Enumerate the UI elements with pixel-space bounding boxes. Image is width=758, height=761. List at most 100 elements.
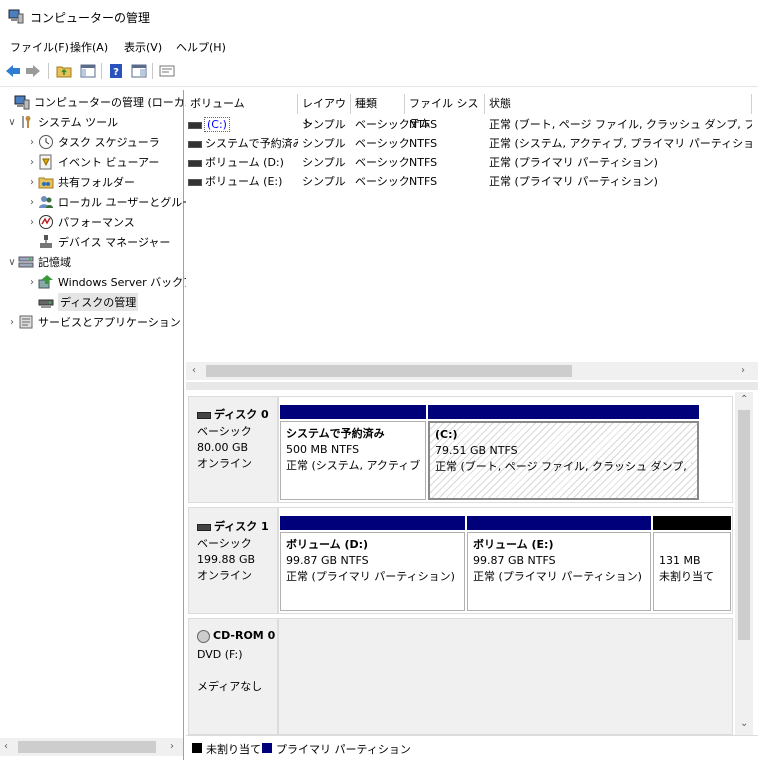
disk-map-vertical-scrollbar[interactable]: ⌃ ⌄ [735, 392, 753, 735]
cdrom-0-label[interactable]: CD-ROM 0 DVD (F:) メディアなし [188, 618, 278, 735]
tree-label: サービスとアプリケーション [38, 316, 181, 329]
scroll-thumb[interactable] [18, 741, 156, 753]
title-bar: コンピューターの管理 [0, 0, 758, 34]
scroll-thumb[interactable] [206, 365, 572, 377]
volume-row[interactable]: ボリューム (E:) シンプル ベーシック NTFS 正常 (プライマリ パーテ… [186, 172, 752, 191]
tree-label: タスク スケジューラ [58, 136, 160, 149]
volume-type: ベーシック [355, 156, 410, 169]
tree-item-windows-server-backup[interactable]: › Windows Server バックア [26, 272, 194, 292]
partition-d[interactable]: ボリューム (D:) 99.87 GB NTFS 正常 (プライマリ パーティシ… [280, 516, 465, 611]
chevron-right-icon[interactable]: › [26, 277, 38, 288]
volume-icon [188, 159, 202, 167]
scroll-left-icon[interactable]: ‹ [192, 365, 196, 376]
menu-view[interactable]: 表示(V) [124, 39, 162, 55]
scroll-left-icon[interactable]: ‹ [4, 741, 8, 752]
column-header-volume[interactable]: ボリューム [186, 94, 298, 114]
up-folder-icon[interactable] [55, 62, 73, 80]
tree-horizontal-scrollbar[interactable]: ‹ › [0, 738, 183, 756]
menu-file[interactable]: ファイル(F) [10, 39, 69, 55]
scroll-right-icon[interactable]: › [170, 741, 174, 752]
column-header-status[interactable]: 状態 [485, 94, 752, 114]
tree-item-services-apps[interactable]: › サービスとアプリケーション [6, 312, 181, 332]
forward-icon[interactable] [24, 62, 42, 80]
disk-kind: ベーシック [197, 537, 252, 550]
scroll-up-icon[interactable]: ⌃ [740, 394, 748, 405]
partition-title: (C:) [435, 428, 458, 441]
volume-layout: シンプル [302, 175, 346, 188]
disk-0-label[interactable]: ディスク 0 ベーシック 80.00 GB オンライン [188, 396, 278, 503]
partition-status: 未割り当て [659, 570, 714, 583]
tree-item-storage[interactable]: ∨ 記憶域 [6, 252, 71, 272]
tree-item-system-tools[interactable]: ∨ システム ツール [6, 112, 118, 132]
column-header-type[interactable]: 種類 [351, 94, 405, 114]
disk-1-label[interactable]: ディスク 1 ベーシック 199.88 GB オンライン [188, 507, 278, 614]
navigation-tree: コンピューターの管理 (ローカル) ∨ システム ツール › タスク スケジュー… [0, 90, 204, 760]
partition-e[interactable]: ボリューム (E:) 99.87 GB NTFS 正常 (プライマリ パーティシ… [467, 516, 651, 611]
partition-size: 99.87 GB NTFS [473, 554, 556, 567]
column-header-layout[interactable]: レイアウト [298, 94, 351, 130]
backup-icon [38, 274, 54, 290]
chevron-down-icon[interactable]: ∨ [6, 257, 18, 268]
volume-icon [188, 178, 202, 186]
svg-text:?: ? [113, 67, 119, 78]
chevron-down-icon[interactable]: ∨ [6, 117, 18, 128]
chevron-right-icon[interactable]: › [26, 137, 38, 148]
partition-title: システムで予約済み [286, 427, 385, 440]
partition-c[interactable]: (C:) 79.51 GB NTFS 正常 (ブート, ページ ファイル, クラ… [428, 405, 699, 500]
volume-type: ベーシック [355, 175, 410, 188]
disk-0-partitions: システムで予約済み 500 MB NTFS 正常 (システム, アクティブ, プ… [278, 396, 733, 503]
pane-splitter[interactable] [186, 382, 758, 390]
tree-item-event-viewer[interactable]: › イベント ビューアー [26, 152, 159, 172]
menu-action[interactable]: 操作(A) [70, 39, 108, 55]
disk-map: ディスク 0 ベーシック 80.00 GB オンライン システムで予約済み 50… [186, 392, 758, 735]
shared-folder-icon [38, 174, 54, 190]
tree-label: ローカル ユーザーとグループ [58, 196, 204, 209]
chevron-right-icon[interactable]: › [26, 217, 38, 228]
disk-1-partitions: ボリューム (D:) 99.87 GB NTFS 正常 (プライマリ パーティシ… [278, 507, 733, 614]
volume-fs: NTFS [409, 175, 438, 188]
menu-help[interactable]: ヘルプ(H) [176, 39, 226, 55]
tree-item-device-manager[interactable]: デバイス マネージャー [26, 232, 170, 252]
column-header-file-system[interactable]: ファイル システム [405, 94, 485, 130]
show-hide-tree-icon[interactable] [79, 62, 97, 80]
volume-list-horizontal-scrollbar[interactable]: ‹ › [186, 362, 758, 380]
scroll-thumb[interactable] [738, 410, 750, 640]
help-icon[interactable]: ? [107, 62, 125, 80]
scroll-down-icon[interactable]: ⌄ [740, 718, 748, 729]
scroll-right-icon[interactable]: › [741, 365, 745, 376]
toolbar-separator [48, 63, 49, 79]
back-icon[interactable] [4, 62, 22, 80]
tree-item-disk-management[interactable]: ディスクの管理 [26, 292, 139, 312]
tree-label: ディスクの管理 [58, 293, 139, 311]
partition-system-reserved[interactable]: システムで予約済み 500 MB NTFS 正常 (システム, アクティブ, プ… [280, 405, 426, 500]
volume-row[interactable]: ボリューム (D:) シンプル ベーシック NTFS 正常 (プライマリ パーテ… [186, 153, 752, 172]
chevron-right-icon[interactable]: › [26, 157, 38, 168]
tree-item-task-scheduler[interactable]: › タスク スケジューラ [26, 132, 160, 152]
volume-layout: シンプル [302, 156, 346, 169]
tree-item-performance[interactable]: › パフォーマンス [26, 212, 135, 232]
volume-name: システムで予約済み [205, 137, 298, 150]
legend-primary-label: プライマリ パーティション [276, 743, 411, 756]
computer-management-icon [8, 9, 24, 24]
tree-item-root[interactable]: コンピューターの管理 (ローカル) [2, 92, 200, 112]
tree-item-local-users[interactable]: › ローカル ユーザーとグループ [26, 192, 204, 212]
partition-unallocated[interactable]: 131 MB 未割り当て [653, 516, 731, 611]
partition-bar [428, 405, 699, 419]
tree-item-shared-folders[interactable]: › 共有フォルダー [26, 172, 135, 192]
disk-size: 199.88 GB [197, 553, 256, 566]
chevron-right-icon[interactable]: › [26, 197, 38, 208]
volume-type: ベーシック [355, 118, 410, 131]
volume-name: (C:) [204, 117, 230, 132]
legend-bar: 未割り当て プライマリ パーティション [186, 735, 758, 761]
partition-status: 正常 (プライマリ パーティション) [473, 570, 642, 583]
chevron-right-icon[interactable]: › [26, 177, 38, 188]
console-icon[interactable] [130, 62, 148, 80]
volume-row[interactable]: システムで予約済み シンプル ベーシック NTFS 正常 (システム, アクティ… [186, 134, 752, 153]
disk-state: オンライン [197, 569, 252, 582]
properties-icon[interactable] [158, 62, 176, 80]
volume-row[interactable]: (C:) シンプル ベーシック NTFS 正常 (ブート, ページ ファイル, … [186, 115, 752, 134]
toolbar-separator [152, 63, 153, 79]
volume-fs: NTFS [409, 137, 438, 150]
chevron-right-icon[interactable]: › [6, 317, 18, 328]
partition-size: 131 MB [659, 554, 701, 567]
